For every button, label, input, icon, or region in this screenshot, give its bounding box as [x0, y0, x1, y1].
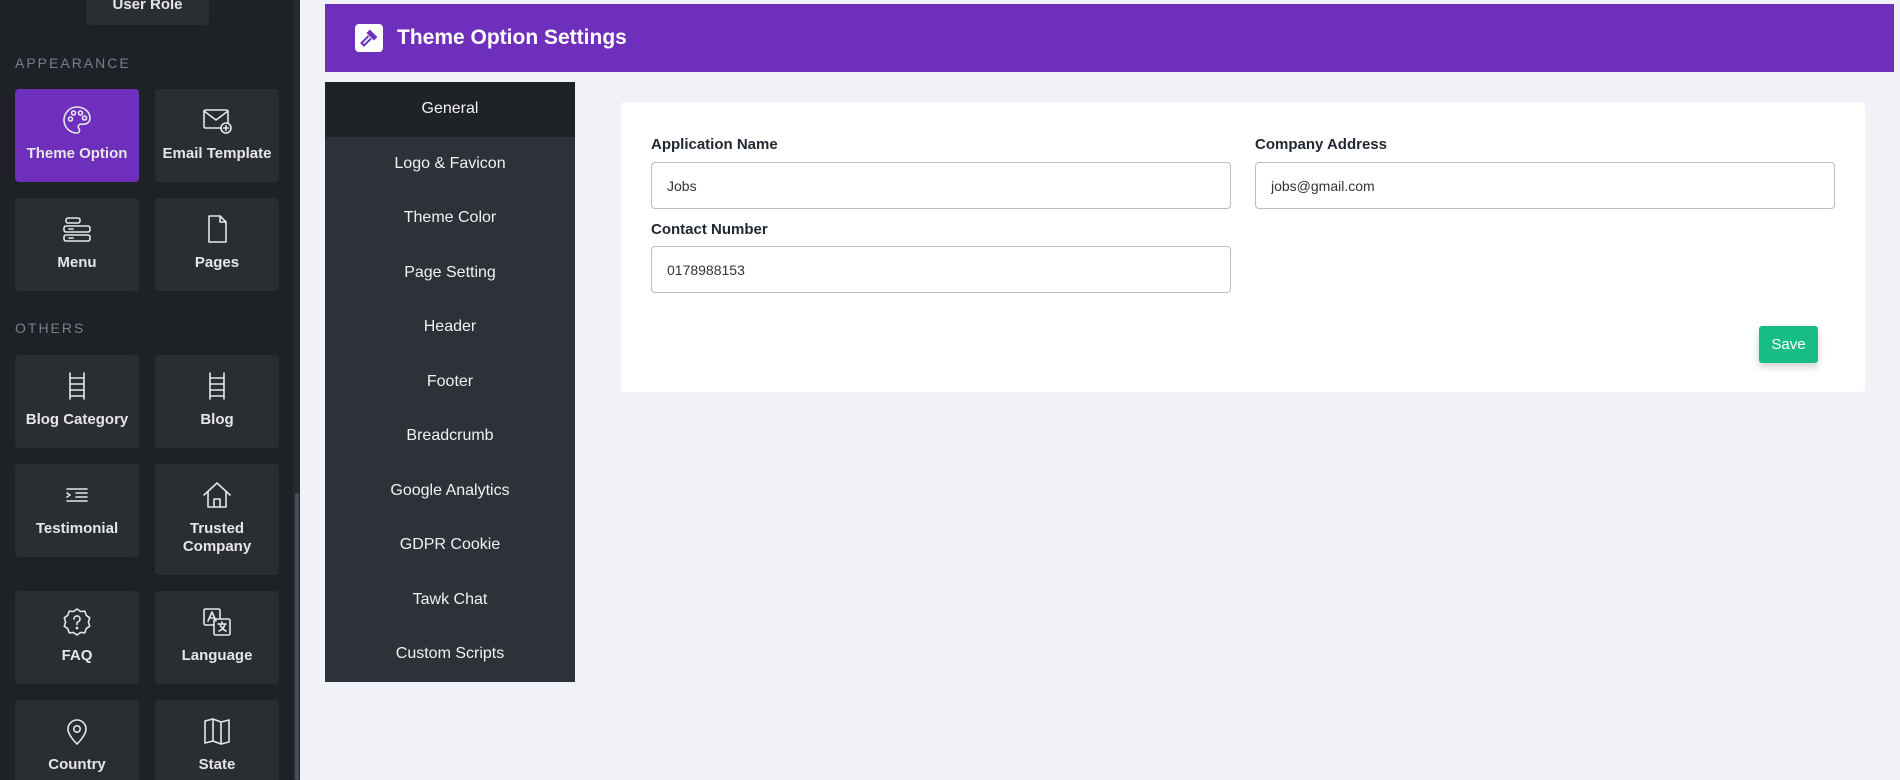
sidebar-tile-label: Blog — [200, 411, 234, 428]
settings-tab-general[interactable]: General — [325, 82, 575, 137]
settings-tab-gdpr-cookie[interactable]: GDPR Cookie — [325, 518, 575, 573]
application-name-label: Application Name — [651, 136, 778, 153]
menu-icon — [61, 212, 93, 246]
settings-tab-header[interactable]: Header — [325, 300, 575, 355]
sidebar-tile-label: Menu — [57, 254, 97, 271]
sidebar-tile-language[interactable]: Language — [155, 591, 279, 684]
settings-tab-theme-color[interactable]: Theme Color — [325, 191, 575, 246]
sidebar-tile-menu[interactable]: Menu — [15, 198, 139, 291]
translate-icon — [201, 605, 233, 639]
general-settings-card: Application Name Company Address Contact… — [621, 102, 1865, 392]
quote-lines-icon — [61, 478, 93, 512]
question-badge-icon — [61, 605, 93, 639]
settings-menu: General Logo & Favicon Theme Color Page … — [325, 82, 575, 682]
sidebar-tile-label: Pages — [194, 254, 240, 271]
sidebar-scrollbar[interactable] — [295, 493, 299, 780]
contact-number-input[interactable] — [651, 246, 1231, 293]
settings-tab-custom-scripts[interactable]: Custom Scripts — [325, 627, 575, 682]
sidebar-tile-label: Email Template — [162, 145, 272, 162]
map-icon — [201, 714, 233, 748]
home-icon — [201, 478, 233, 512]
company-address-input[interactable] — [1255, 162, 1835, 209]
sidebar-tile-trusted-company[interactable]: Trusted Company — [155, 464, 279, 575]
settings-tab-google-analytics[interactable]: Google Analytics — [325, 464, 575, 519]
sidebar-tile-label: Theme Option — [26, 145, 128, 162]
sidebar-tile-state[interactable]: State — [155, 700, 279, 780]
sidebar-tile-pages[interactable]: Pages — [155, 198, 279, 291]
sidebar-tile-label: Testimonial — [35, 520, 119, 537]
sidebar-tile-blog[interactable]: Blog — [155, 355, 279, 448]
sidebar-tile-label: Language — [181, 647, 253, 664]
sidebar-tile-testimonial[interactable]: Testimonial — [15, 464, 139, 557]
sidebar-tile-blog-category[interactable]: Blog Category — [15, 355, 139, 448]
settings-tab-tawk-chat[interactable]: Tawk Chat — [325, 573, 575, 628]
sidebar-tile-label: Blog Category — [25, 411, 129, 428]
sidebar: User Role APPEARANCE Theme Option Email … — [0, 0, 300, 780]
section-label-others: OTHERS — [15, 320, 86, 336]
company-address-label: Company Address — [1255, 136, 1387, 153]
page-header: Theme Option Settings — [325, 4, 1894, 72]
page-icon — [201, 212, 233, 246]
settings-tab-page-setting[interactable]: Page Setting — [325, 246, 575, 301]
settings-tab-breadcrumb[interactable]: Breadcrumb — [325, 409, 575, 464]
email-template-icon — [201, 103, 233, 137]
settings-tab-footer[interactable]: Footer — [325, 355, 575, 410]
section-label-appearance: APPEARANCE — [15, 55, 131, 71]
sidebar-tile-label: Trusted Company — [182, 520, 252, 555]
sidebar-tile-faq[interactable]: FAQ — [15, 591, 139, 684]
sidebar-tile-label: Country — [48, 756, 106, 773]
page-title: Theme Option Settings — [397, 26, 627, 49]
sidebar-tile-label: FAQ — [61, 647, 93, 664]
sidebar-tile-label: State — [198, 756, 236, 773]
sidebar-tile-user-role[interactable]: User Role — [86, 0, 209, 25]
application-name-input[interactable] — [651, 162, 1231, 209]
sidebar-tile-theme-option[interactable]: Theme Option — [15, 89, 139, 182]
sidebar-tile-email-template[interactable]: Email Template — [155, 89, 279, 182]
map-pin-icon — [61, 714, 93, 748]
ladder-icon — [61, 369, 93, 403]
ladder-icon — [201, 369, 233, 403]
palette-icon — [61, 103, 93, 137]
save-button[interactable]: Save — [1759, 326, 1818, 363]
gavel-icon — [355, 24, 383, 52]
sidebar-tile-label: User Role — [112, 0, 183, 13]
settings-tab-logo-favicon[interactable]: Logo & Favicon — [325, 137, 575, 192]
sidebar-tile-country[interactable]: Country — [15, 700, 139, 780]
contact-number-label: Contact Number — [651, 221, 768, 238]
